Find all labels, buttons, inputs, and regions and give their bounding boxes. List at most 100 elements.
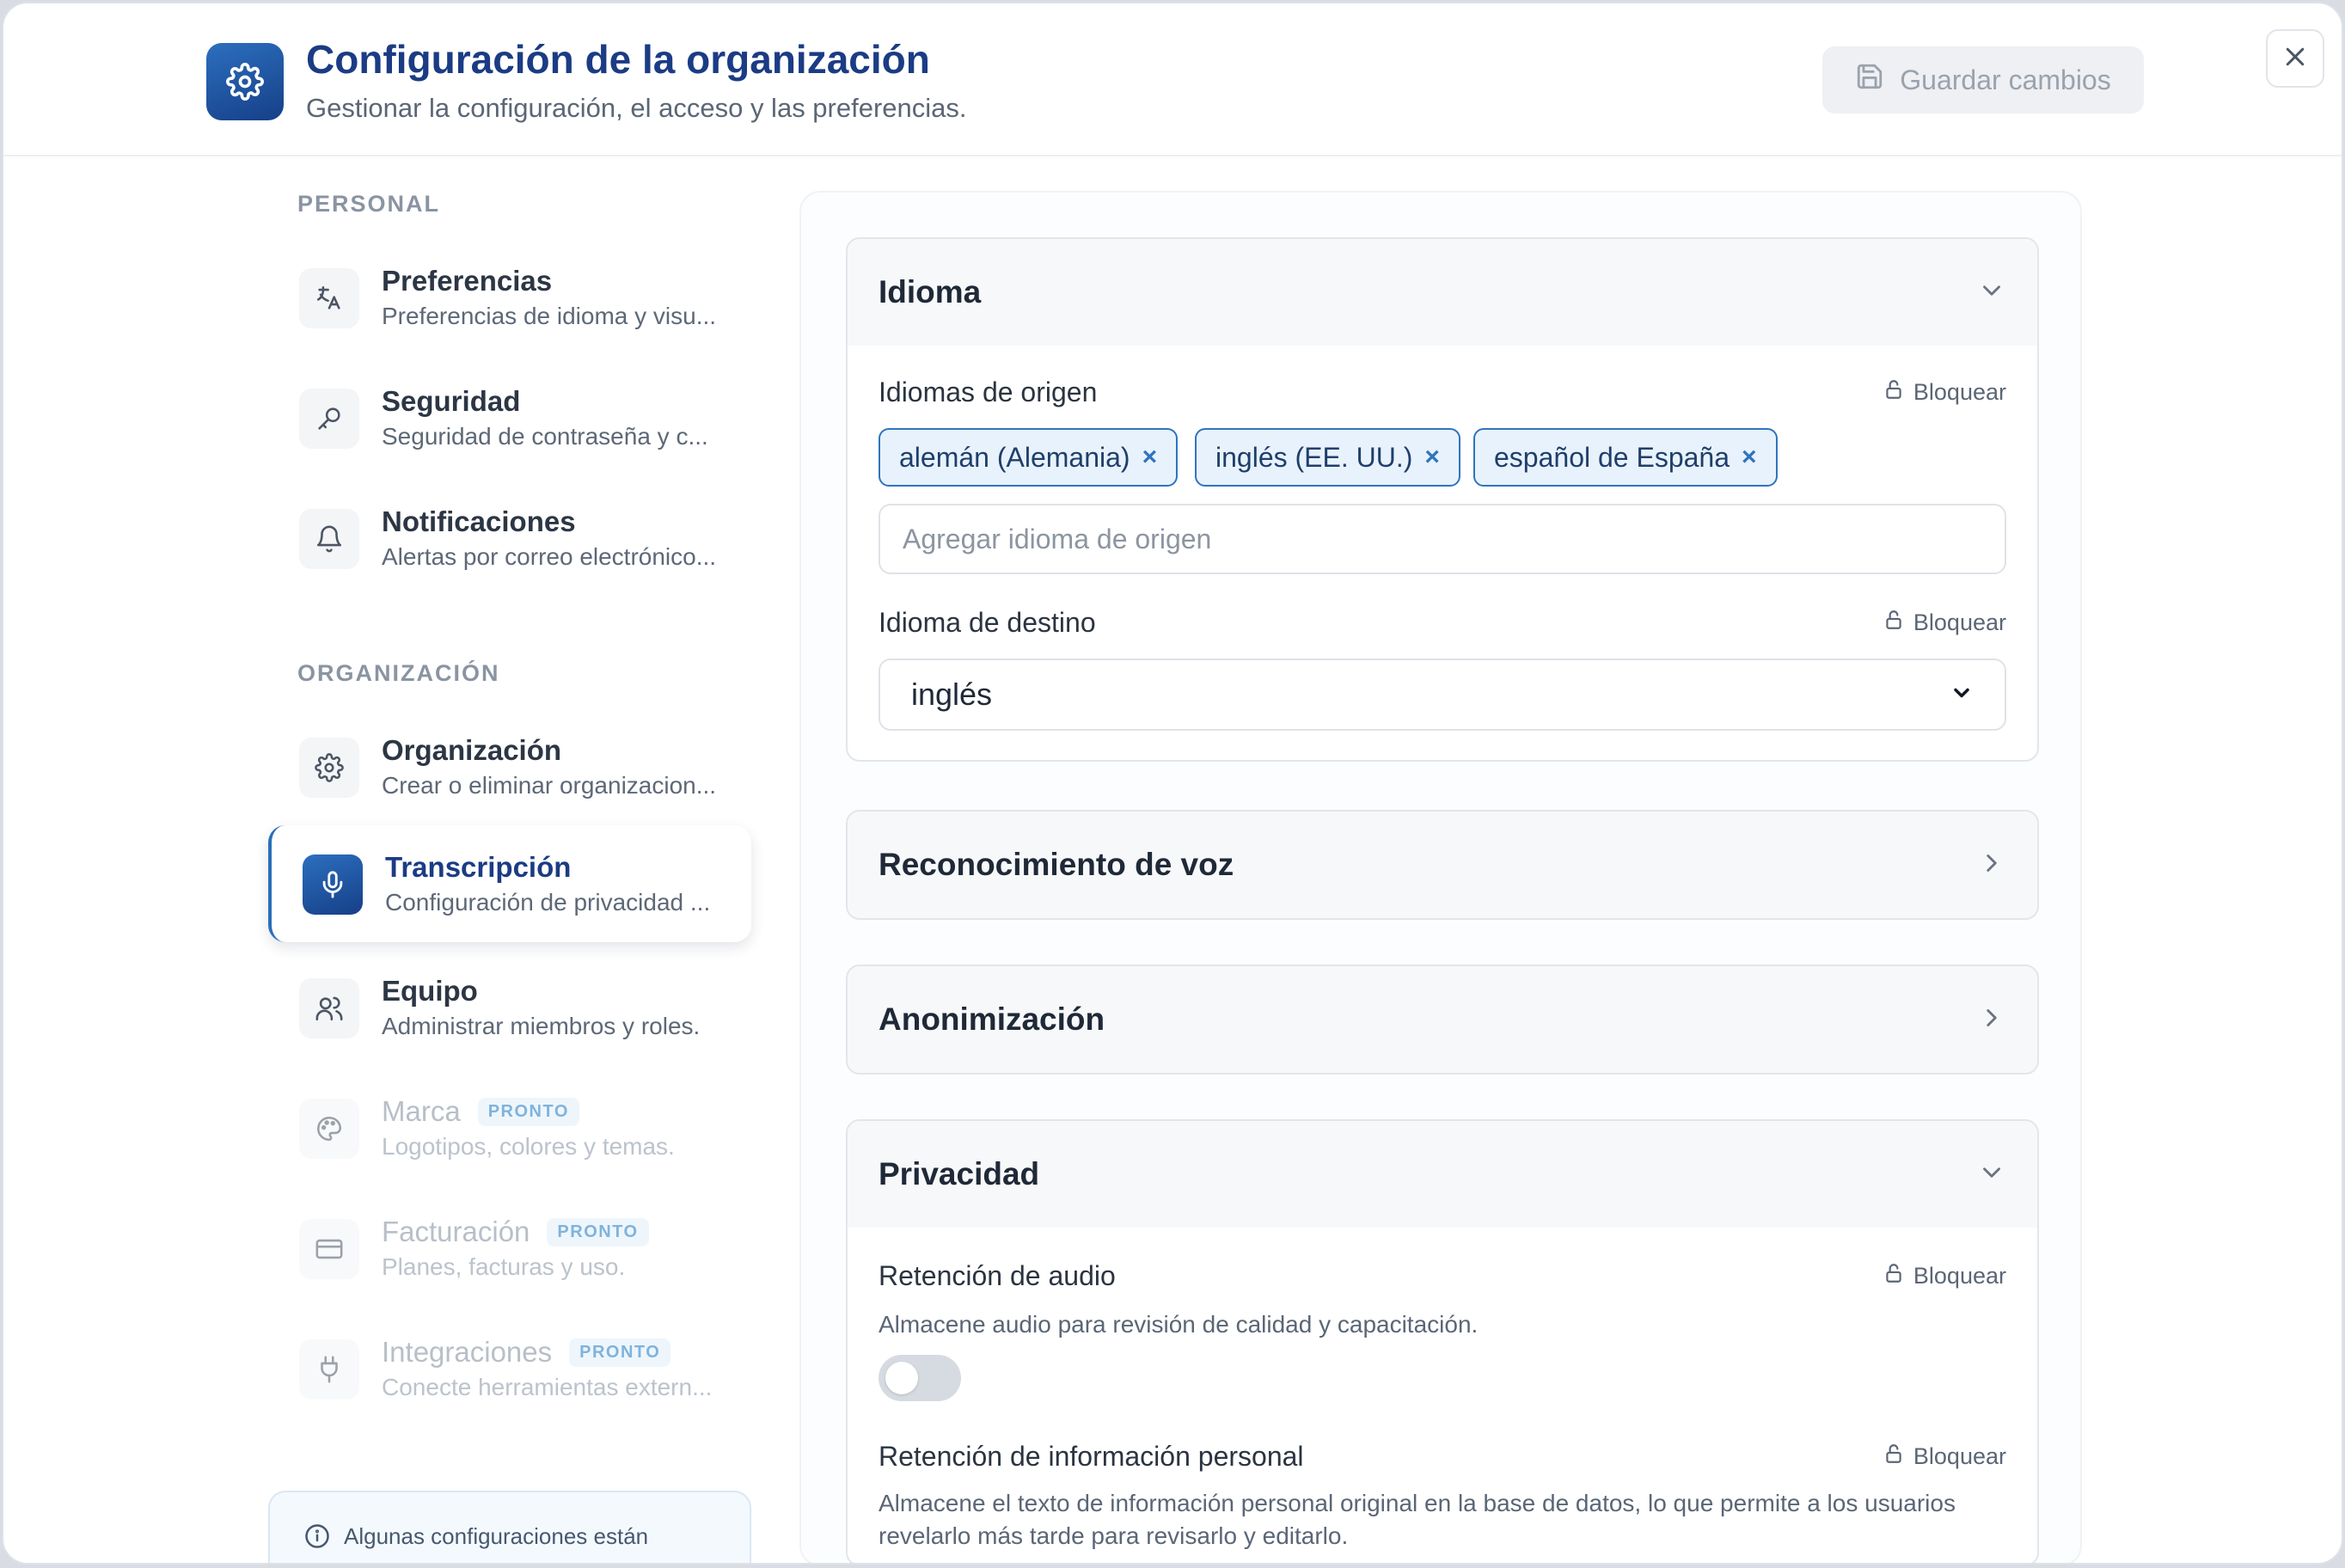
remove-chip-icon[interactable]: ×: [1742, 443, 1757, 472]
sidebar-item-title: Equipo: [382, 975, 478, 1007]
save-button[interactable]: Guardar cambios: [1822, 46, 2144, 113]
select-value: inglés: [911, 677, 993, 712]
sidebar-item-facturacion: Facturación PRONTO Planes, facturas y uso…: [268, 1193, 751, 1293]
section-title: Anonimización: [879, 1001, 1105, 1037]
settings-content: Idioma Idiomas de origen Bloquear alemán…: [799, 191, 2082, 1563]
coming-soon-badge: PRONTO: [569, 1338, 671, 1367]
target-language-label: Idioma de destino: [879, 607, 1096, 638]
pii-retention-help: Almacene el texto de información persona…: [879, 1490, 1956, 1549]
sidebar-item-desc: Conecte herramientas extern...: [382, 1374, 713, 1400]
lock-icon: [1883, 609, 1905, 637]
save-button-label: Guardar cambios: [1900, 64, 2111, 95]
audio-retention-toggle[interactable]: [879, 1355, 961, 1401]
lock-icon: [1883, 1262, 1905, 1290]
lock-pii-button[interactable]: Bloquear: [1883, 1442, 2006, 1471]
sidebar-item-title: Seguridad: [382, 385, 521, 417]
sidebar-item-desc: Alertas por correo electrónico...: [382, 543, 717, 570]
sidebar-item-title-text: Integraciones: [382, 1336, 553, 1368]
gear-icon: [206, 43, 284, 120]
section-anon-header[interactable]: Anonimización: [848, 966, 2037, 1073]
sidebar-item-title: Transcripción: [385, 851, 572, 883]
sidebar-item-desc: Crear o eliminar organizacion...: [382, 772, 717, 799]
sidebar-item-title-text: Facturación: [382, 1216, 530, 1247]
sidebar-item-transcripcion[interactable]: Transcripción Configuración de privacida…: [268, 825, 751, 942]
sidebar-item-title: Marca PRONTO: [382, 1095, 579, 1128]
chevron-right-icon: [1977, 848, 2006, 882]
sidebar-item-desc: Administrar miembros y roles.: [382, 1013, 701, 1039]
sidebar-item-title-text: Marca: [382, 1095, 461, 1127]
section-anonimizacion[interactable]: Anonimización: [846, 965, 2039, 1075]
sidebar-item-desc: Planes, facturas y uso.: [382, 1253, 626, 1280]
add-source-language-input[interactable]: [879, 504, 2006, 574]
page-subtitle: Gestionar la configuración, el acceso y …: [306, 93, 967, 123]
sidebar-item-title: Notificaciones: [382, 505, 576, 537]
language-chip: inglés (EE. UU.) ×: [1195, 428, 1460, 487]
palette-icon: [299, 1099, 359, 1159]
chevron-down-icon: [1977, 1158, 2006, 1191]
chip-label: español de España: [1494, 441, 1730, 473]
info-notice: Algunas configuraciones están: [268, 1491, 751, 1563]
section-idioma: Idioma Idiomas de origen Bloquear alemán…: [846, 237, 2039, 762]
section-voz-header[interactable]: Reconocimiento de voz: [848, 812, 2037, 918]
gear-icon: [299, 738, 359, 798]
section-title: Idioma: [879, 274, 982, 309]
settings-modal: Configuración de la organización Gestion…: [2, 2, 2343, 1565]
lock-label: Bloquear: [1913, 379, 2006, 405]
sidebar-item-desc: Preferencias de idioma y visu...: [382, 303, 717, 329]
credit-card-icon: [299, 1219, 359, 1279]
toggle-knob: [885, 1362, 918, 1394]
plug-icon: [299, 1339, 359, 1400]
section-reconocimiento-voz[interactable]: Reconocimiento de voz: [846, 810, 2039, 920]
lock-audio-button[interactable]: Bloquear: [1883, 1262, 2006, 1290]
section-label-personal: PERSONAL: [297, 191, 441, 217]
translate-icon: [299, 268, 359, 328]
section-label-organizacion: ORGANIZACIÓN: [297, 660, 500, 686]
close-icon: [2282, 44, 2308, 74]
lock-label: Bloquear: [1913, 1263, 2006, 1289]
sidebar-item-equipo[interactable]: Equipo Administrar miembros y roles.: [268, 952, 751, 1052]
section-privacidad-header[interactable]: Privacidad: [848, 1121, 2037, 1228]
chevron-right-icon: [1977, 1003, 2006, 1037]
sidebar-item-desc: Configuración de privacidad ...: [385, 889, 711, 916]
lock-icon: [1883, 1442, 1905, 1471]
sidebar-item-marca: Marca PRONTO Logotipos, colores y temas.: [268, 1073, 751, 1173]
remove-chip-icon[interactable]: ×: [1142, 443, 1158, 472]
language-chip: español de España ×: [1473, 428, 1778, 487]
key-icon: [299, 389, 359, 449]
sidebar-item-title: Integraciones PRONTO: [382, 1336, 671, 1369]
chip-label: alemán (Alemania): [899, 441, 1130, 473]
chevron-down-icon: [1950, 677, 1974, 713]
info-notice-text: Algunas configuraciones están: [344, 1523, 649, 1549]
coming-soon-badge: PRONTO: [477, 1097, 579, 1126]
info-icon: [304, 1523, 330, 1555]
lock-icon: [1883, 378, 1905, 407]
sidebar-item-desc: Logotipos, colores y temas.: [382, 1133, 675, 1160]
audio-retention-help: Almacene audio para revisión de calidad …: [879, 1311, 1479, 1338]
save-icon: [1855, 62, 1884, 98]
coming-soon-badge: PRONTO: [547, 1217, 649, 1246]
source-language-chips: alemán (Alemania) × inglés (EE. UU.) × e…: [879, 428, 2013, 488]
sidebar-item-notificaciones[interactable]: Notificaciones Alertas por correo electr…: [268, 483, 751, 583]
chevron-down-icon: [1977, 276, 2006, 309]
bell-icon: [299, 509, 359, 569]
lock-label: Bloquear: [1913, 1443, 2006, 1469]
sidebar-item-organizacion[interactable]: Organización Crear o eliminar organizaci…: [268, 712, 751, 812]
close-button[interactable]: [2266, 29, 2324, 88]
section-idioma-header[interactable]: Idioma: [848, 239, 2037, 346]
microphone-icon: [303, 854, 363, 915]
section-title: Reconocimiento de voz: [879, 847, 1234, 882]
audio-retention-label: Retención de audio: [879, 1260, 1116, 1291]
lock-target-button[interactable]: Bloquear: [1883, 609, 2006, 637]
section-title: Privacidad: [879, 1156, 1040, 1191]
chip-label: inglés (EE. UU.): [1215, 441, 1413, 473]
sidebar-item-title: Facturación PRONTO: [382, 1216, 649, 1248]
lock-source-button[interactable]: Bloquear: [1883, 378, 2006, 407]
settings-sidebar: PERSONAL Preferencias Preferencias de id…: [3, 158, 777, 1563]
sidebar-item-title: Organización: [382, 734, 562, 766]
sidebar-item-preferencias[interactable]: Preferencias Preferencias de idioma y vi…: [268, 242, 751, 342]
target-language-select[interactable]: inglés: [879, 658, 2006, 731]
sidebar-item-title: Preferencias: [382, 265, 553, 297]
page-title: Configuración de la organización: [306, 37, 930, 82]
sidebar-item-seguridad[interactable]: Seguridad Seguridad de contraseña y c...: [268, 363, 751, 462]
remove-chip-icon[interactable]: ×: [1424, 443, 1440, 472]
